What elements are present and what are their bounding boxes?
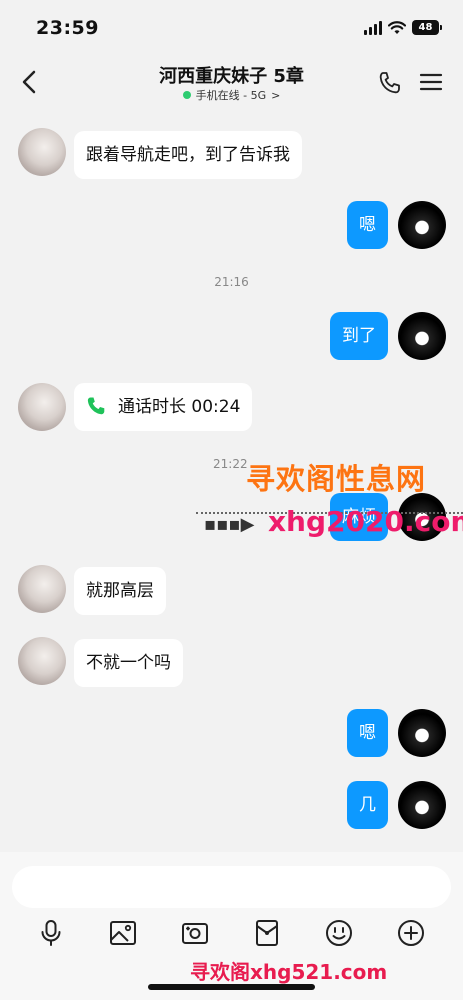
- message-timestamp: 21:16: [214, 275, 249, 289]
- message-input[interactable]: [12, 866, 451, 908]
- contact-avatar[interactable]: [18, 128, 66, 176]
- microphone-icon[interactable]: [36, 918, 66, 948]
- contact-avatar[interactable]: [18, 383, 66, 431]
- plus-icon[interactable]: [396, 918, 426, 948]
- status-icons: 48: [364, 20, 442, 35]
- call-duration-text: 通话时长 00:24: [118, 397, 241, 417]
- status-time: 23:59: [36, 17, 99, 39]
- message-bubble[interactable]: 跟着导航走吧，到了告诉我: [74, 131, 302, 179]
- online-dot-icon: [182, 91, 191, 99]
- my-avatar[interactable]: [398, 781, 446, 829]
- message-bubble[interactable]: 就那高层: [74, 567, 166, 615]
- home-indicator[interactable]: [148, 984, 315, 990]
- contact-avatar[interactable]: [18, 565, 66, 613]
- emoji-icon[interactable]: [324, 918, 354, 948]
- phone-green-icon: [87, 397, 105, 415]
- camera-icon[interactable]: [180, 918, 210, 948]
- online-status-text: 手机在线 - 5G: [195, 89, 267, 102]
- message-bubble[interactable]: 不就一个吗: [74, 639, 183, 687]
- watermark-arrow-icon: ▪▪▪▶: [204, 514, 255, 535]
- red-packet-icon[interactable]: [252, 918, 282, 948]
- wifi-icon: [388, 20, 406, 34]
- status-bar: 23:59 48: [0, 0, 463, 56]
- my-avatar[interactable]: [398, 201, 446, 249]
- my-avatar[interactable]: [398, 709, 446, 757]
- watermark-text: 寻欢阁性息网: [246, 462, 427, 496]
- call-record-bubble[interactable]: 通话时长 00:24: [74, 383, 253, 431]
- input-toolbar: [0, 918, 463, 952]
- message-bubble[interactable]: 到了: [330, 312, 388, 360]
- menu-icon[interactable]: [419, 70, 443, 94]
- battery-icon: 48: [412, 20, 442, 35]
- message-bubble[interactable]: 几: [347, 781, 388, 829]
- watermark-url: xhg2020.com: [268, 505, 463, 538]
- message-bubble[interactable]: 嗯: [347, 709, 388, 757]
- watermark-bottom: 寻欢阁xhg521.com: [190, 960, 388, 984]
- cellular-signal-icon: [364, 20, 382, 35]
- phone-call-icon[interactable]: [377, 70, 403, 96]
- contact-avatar[interactable]: [18, 637, 66, 685]
- message-bubble[interactable]: 嗯: [347, 201, 388, 249]
- image-icon[interactable]: [108, 918, 138, 948]
- chevron-right-icon: >: [271, 88, 281, 102]
- chat-header: 河西重庆妹子 5章 手机在线 - 5G >: [0, 56, 463, 108]
- my-avatar[interactable]: [398, 312, 446, 360]
